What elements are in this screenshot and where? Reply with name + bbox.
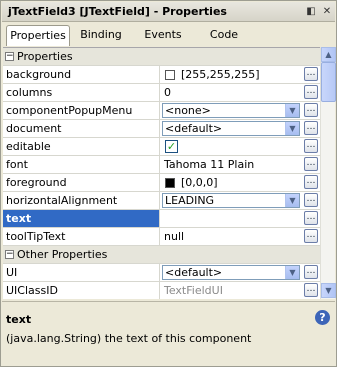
tab-properties[interactable]: Properties [6, 25, 70, 46]
edit-foreground-button[interactable]: … [304, 175, 318, 189]
edit-columns-button[interactable]: … [304, 85, 318, 99]
category-label: Other Properties [17, 248, 108, 261]
ui-combo[interactable]: <default> ▼ [162, 265, 300, 280]
property-row-horizontalalignment[interactable]: horizontalAlignment LEADING ▼ … [3, 192, 320, 210]
property-value[interactable]: 0 [161, 84, 320, 101]
property-row-font[interactable]: font Tahoma 11 Plain … [3, 156, 320, 174]
property-row-text[interactable]: text … [3, 210, 320, 228]
property-row-foreground[interactable]: foreground [0,0,0] … [3, 174, 320, 192]
horizontalalignment-combo[interactable]: LEADING ▼ [162, 193, 300, 208]
property-row-columns[interactable]: columns 0 … [3, 84, 320, 102]
description-text: (java.lang.String) the text of this comp… [6, 332, 252, 345]
editable-checkbox[interactable]: ✓ [165, 140, 178, 153]
edit-componentpopupmenu-button[interactable]: … [304, 103, 318, 117]
color-swatch [165, 70, 175, 80]
scroll-up-icon[interactable]: ▲ [321, 47, 336, 62]
property-value[interactable]: LEADING ▼ [161, 192, 320, 209]
category-properties[interactable]: − Properties [3, 48, 320, 66]
edit-horizontalalignment-button[interactable]: … [304, 193, 318, 207]
tab-events[interactable]: Events [138, 25, 188, 45]
property-value[interactable]: <none> ▼ [161, 102, 320, 119]
edit-tooltiptext-button[interactable]: … [304, 229, 318, 243]
color-swatch [165, 178, 175, 188]
combo-value: <default> [165, 266, 223, 279]
property-value[interactable]: [0,0,0] [161, 174, 320, 191]
edit-document-button[interactable]: … [304, 121, 318, 135]
property-value[interactable]: ✓ [161, 138, 320, 155]
property-value[interactable]: Tahoma 11 Plain [161, 156, 320, 173]
edit-uiclassid-button[interactable]: … [304, 283, 318, 297]
vertical-scrollbar[interactable]: ▲ ▼ [320, 47, 336, 299]
property-name: background [3, 66, 160, 83]
close-icon[interactable]: ✕ [320, 5, 334, 18]
property-name: columns [3, 84, 160, 101]
property-sheet: − Properties background [255,255,255] … … [3, 47, 320, 299]
color-value: [255,255,255] [181, 68, 260, 81]
edit-editable-button[interactable]: … [304, 139, 318, 153]
property-name: toolTipText [3, 228, 160, 245]
property-name: componentPopupMenu [3, 102, 160, 119]
combo-value: LEADING [165, 194, 215, 207]
title-bar[interactable]: jTextField3 [JTextField] - Properties ◧ … [2, 2, 335, 22]
property-value[interactable] [161, 210, 320, 227]
category-other-properties[interactable]: − Other Properties [3, 246, 320, 264]
tab-bar: Properties Binding Events Code [2, 23, 335, 47]
property-row-uiclassid[interactable]: UIClassID TextFieldUI … [3, 282, 320, 299]
edit-ui-button[interactable]: … [304, 265, 318, 279]
edit-text-button[interactable]: … [304, 211, 318, 225]
scrollbar-thumb[interactable] [321, 62, 336, 102]
property-row-editable[interactable]: editable ✓ … [3, 138, 320, 156]
edit-font-button[interactable]: … [304, 157, 318, 171]
property-name: text [3, 210, 160, 227]
document-combo[interactable]: <default> ▼ [162, 121, 300, 136]
property-name: UIClassID [3, 282, 160, 299]
property-value[interactable]: <default> ▼ [161, 120, 320, 137]
scroll-down-icon[interactable]: ▼ [321, 283, 336, 298]
chevron-down-icon[interactable]: ▼ [285, 194, 299, 207]
property-name: editable [3, 138, 160, 155]
description-panel: text ? (java.lang.String) the text of th… [2, 306, 335, 364]
property-name: font [3, 156, 160, 173]
property-name: horizontalAlignment [3, 192, 160, 209]
property-value: TextFieldUI [164, 284, 223, 297]
property-name: foreground [3, 174, 160, 191]
property-row-componentpopupmenu[interactable]: componentPopupMenu <none> ▼ … [3, 102, 320, 120]
tab-code[interactable]: Code [202, 25, 246, 45]
combo-value: <none> [165, 104, 211, 117]
help-icon[interactable]: ? [315, 310, 330, 325]
properties-window: jTextField3 [JTextField] - Properties ◧ … [0, 0, 337, 367]
property-value[interactable]: [255,255,255] [161, 66, 320, 83]
restore-icon[interactable]: ◧ [304, 5, 318, 18]
tab-binding[interactable]: Binding [74, 25, 128, 45]
property-row-document[interactable]: document <default> ▼ … [3, 120, 320, 138]
componentpopupmenu-combo[interactable]: <none> ▼ [162, 103, 300, 118]
chevron-down-icon[interactable]: ▼ [285, 122, 299, 135]
property-value[interactable]: <default> ▼ [161, 264, 320, 281]
combo-value: <default> [165, 122, 223, 135]
property-row-tooltiptext[interactable]: toolTipText null … [3, 228, 320, 246]
description-title: text [6, 313, 32, 326]
window-title: jTextField3 [JTextField] - Properties [8, 5, 227, 18]
color-value: [0,0,0] [181, 176, 218, 189]
property-value[interactable]: null [161, 228, 320, 245]
chevron-down-icon[interactable]: ▼ [285, 266, 299, 279]
property-name: UI [3, 264, 160, 281]
category-label: Properties [17, 50, 73, 63]
property-row-background[interactable]: background [255,255,255] … [3, 66, 320, 84]
edit-background-button[interactable]: … [304, 67, 318, 81]
chevron-down-icon[interactable]: ▼ [285, 104, 299, 117]
property-name: document [3, 120, 160, 137]
property-row-ui[interactable]: UI <default> ▼ … [3, 264, 320, 282]
